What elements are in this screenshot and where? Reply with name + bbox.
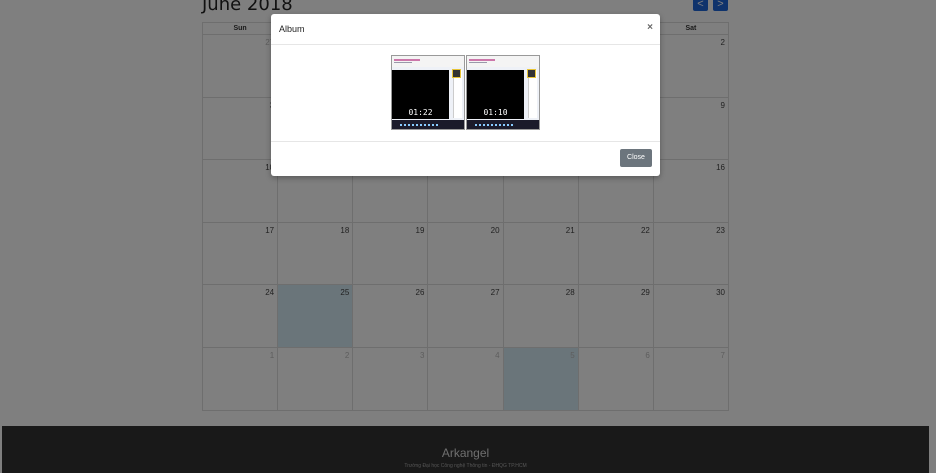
thumbnail-timestamp: 01:10 — [483, 108, 508, 117]
album-thumbnail[interactable]: 01:10 — [466, 55, 540, 130]
thumbnail-taskbar-icons — [400, 124, 440, 126]
thumbnail-text-line — [394, 59, 420, 61]
folder-icon — [527, 69, 536, 78]
thumbnail-taskbar-icons — [475, 124, 515, 126]
folder-icon — [452, 69, 461, 78]
close-button[interactable]: Close — [620, 149, 652, 167]
album-thumbnail[interactable]: 01:22 — [391, 55, 465, 130]
thumbnail-timestamp: 01:22 — [408, 108, 433, 117]
thumbnail-text-line — [469, 59, 495, 61]
modal-body: 01:22 01:10 — [271, 45, 660, 142]
album-modal: Album × 01:22 01:10 Close — [271, 14, 660, 176]
thumbnail-text-line — [394, 62, 412, 63]
thumbnail-text-line — [469, 62, 487, 63]
modal-header: Album × — [271, 14, 660, 45]
modal-title: Album — [279, 24, 305, 34]
close-icon[interactable]: × — [647, 22, 653, 33]
